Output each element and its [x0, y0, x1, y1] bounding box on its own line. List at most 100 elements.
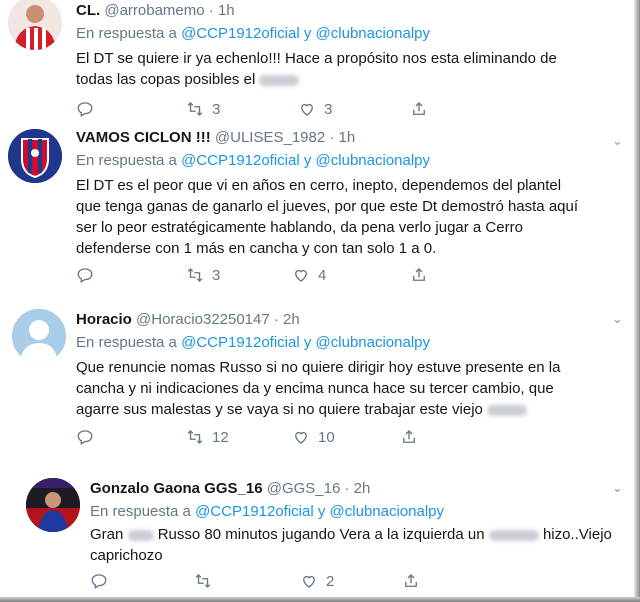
tweet-text: Que renuncie nomas Russo si no quiere di…	[76, 357, 560, 420]
retweet-button[interactable]: 3	[186, 100, 220, 118]
reply-icon	[77, 102, 93, 117]
avatar[interactable]	[8, 129, 62, 183]
reply-context: En respuesta a @CCP1912oficial y @clubna…	[76, 152, 430, 169]
retweet-count: 3	[212, 100, 221, 118]
mention-conjunction: y	[303, 334, 312, 351]
tweet-text-line: ser lo peor estratégicamente hablando, d…	[76, 219, 523, 236]
tweet-text-line: caprichozo	[90, 547, 163, 564]
tweet-actions: 3 3	[76, 100, 436, 120]
handle[interactable]: @ULISES_1982	[215, 129, 325, 146]
tweet-actions: 12 10	[76, 428, 436, 448]
reply-button[interactable]	[76, 266, 94, 284]
tweet-1: CL. @arrobamemo · 1h En respuesta a @CCP…	[0, 0, 632, 126]
like-count: 2	[326, 572, 335, 590]
timestamp[interactable]: · 2h	[274, 311, 300, 328]
mention-conjunction: y	[303, 25, 312, 42]
tweet-text-line: El DT se quiere ir ya echenlo!!! Hace a …	[76, 50, 557, 67]
reply-button[interactable]	[76, 100, 94, 118]
tweet-text-line: defenderse con 1 más en cancha y con tan…	[76, 240, 437, 257]
share-icon	[403, 430, 415, 443]
share-button[interactable]	[402, 572, 420, 590]
tweet-text-line: El DT es el peor que vi en años en cerro…	[76, 177, 562, 194]
retweet-icon	[187, 430, 203, 444]
like-count: 4	[318, 266, 327, 284]
retweet-button[interactable]: 12	[186, 428, 229, 446]
reply-context: En respuesta a @CCP1912oficial y @clubna…	[76, 334, 430, 351]
tweet-text-line: Que renuncie nomas Russo si no quiere di…	[76, 359, 561, 376]
tweet-text-line: que tenga ganas de ganarlo el jueves, po…	[76, 198, 579, 215]
timestamp[interactable]: · 2h	[344, 480, 370, 497]
reply-button[interactable]	[76, 428, 94, 446]
display-name[interactable]: Horacio	[76, 311, 132, 328]
like-button[interactable]: 4	[292, 266, 326, 284]
mention-link[interactable]: @clubnacionalpy	[316, 25, 430, 42]
reply-icon	[77, 430, 93, 445]
display-name[interactable]: CL.	[76, 2, 100, 19]
mention-conjunction: y	[303, 152, 312, 169]
reply-prefix: En respuesta a	[76, 334, 177, 351]
share-button[interactable]	[410, 100, 428, 118]
display-name[interactable]: Gonzalo Gaona GGS_16	[90, 480, 263, 497]
mention-link[interactable]: @CCP1912oficial	[181, 152, 300, 169]
redacted-word	[127, 529, 154, 541]
tweet-4: ⌄ Gonzalo Gaona GGS_16 @GGS_16 · 2h En r…	[0, 460, 632, 600]
handle[interactable]: @Horacio32250147	[136, 311, 270, 328]
like-icon	[295, 431, 307, 444]
avatar[interactable]	[26, 478, 80, 532]
retweet-icon	[195, 574, 211, 588]
avatar[interactable]	[8, 0, 62, 50]
like-button[interactable]: 2	[300, 572, 334, 590]
tweet-header: Horacio @Horacio32250147 · 2h	[76, 311, 300, 328]
retweet-count: 3	[212, 266, 221, 284]
chevron-down-icon[interactable]: ⌄	[612, 311, 623, 327]
reply-icon	[77, 268, 93, 283]
timestamp[interactable]: · 1h	[329, 129, 355, 146]
mention-link[interactable]: @clubnacionalpy	[316, 334, 430, 351]
retweet-button[interactable]	[194, 572, 220, 590]
tweet-3: ⌄ Horacio @Horacio32250147 · 2h En respu…	[0, 297, 632, 461]
handle[interactable]: @GGS_16	[267, 480, 341, 497]
handle[interactable]: @arrobamemo	[104, 2, 204, 19]
timestamp[interactable]: · 1h	[209, 2, 235, 19]
tweet-header: Gonzalo Gaona GGS_16 @GGS_16 · 2h	[90, 480, 370, 497]
share-button[interactable]	[400, 428, 418, 446]
window-shadow-right	[634, 0, 640, 602]
like-count: 10	[318, 428, 335, 446]
tweet-actions: 2	[90, 572, 430, 592]
share-button[interactable]	[410, 266, 428, 284]
tweet-text: El DT es el peor que vi en años en cerro…	[76, 175, 578, 259]
retweet-count: 12	[212, 428, 229, 446]
retweet-button[interactable]: 3	[186, 266, 220, 284]
reply-button[interactable]	[90, 572, 108, 590]
tweet-text-line: cancha y ni indicaciones da y encima nun…	[76, 380, 554, 397]
window-shadow-bottom	[0, 597, 640, 602]
mention-link[interactable]: @CCP1912oficial	[181, 334, 300, 351]
tweet-text-line: todas las copas posibles el	[76, 69, 557, 90]
chevron-down-icon[interactable]: ⌄	[612, 480, 623, 496]
redacted-word	[487, 404, 528, 416]
tweet-text: El DT se quiere ir ya echenlo!!! Hace a …	[76, 48, 557, 90]
mention-link[interactable]: @CCP1912oficial	[195, 503, 314, 520]
mention-link[interactable]: @clubnacionalpy	[316, 152, 430, 169]
mention-link[interactable]: @CCP1912oficial	[181, 25, 300, 42]
mention-conjunction: y	[317, 503, 326, 520]
like-button[interactable]: 10	[292, 428, 335, 446]
share-icon	[413, 268, 425, 281]
like-icon	[295, 269, 307, 282]
tweet-text-line: agarre sus malestas y se vaya si no quie…	[76, 399, 560, 420]
like-button[interactable]: 3	[298, 100, 332, 118]
tweet-actions: 3 4	[76, 266, 436, 286]
redacted-word	[259, 74, 300, 86]
reply-context: En respuesta a @CCP1912oficial y @clubna…	[90, 503, 444, 520]
reply-prefix: En respuesta a	[76, 25, 177, 42]
tweet-2: ⌄ VAMOS CICLON !!! @ULISES_1982 · 1h En …	[0, 125, 632, 298]
avatar[interactable]	[12, 309, 66, 363]
redacted-word	[488, 529, 539, 541]
retweet-icon	[187, 102, 203, 116]
mention-link[interactable]: @clubnacionalpy	[330, 503, 444, 520]
display-name[interactable]: VAMOS CICLON !!!	[76, 129, 211, 146]
reply-prefix: En respuesta a	[90, 503, 191, 520]
chevron-down-icon[interactable]: ⌄	[612, 133, 623, 149]
share-icon	[405, 574, 417, 587]
reply-icon	[91, 574, 107, 589]
